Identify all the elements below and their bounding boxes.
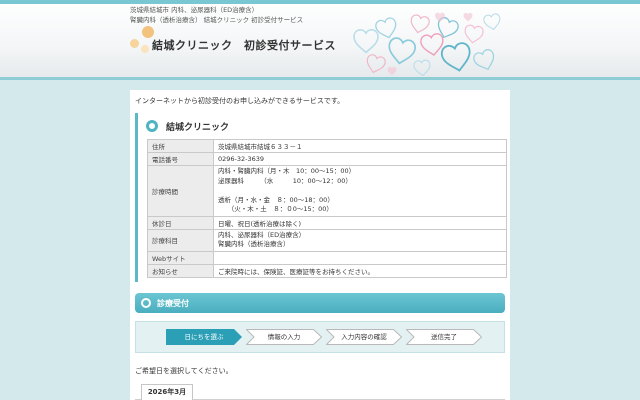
row-label-website: Webサイト xyxy=(147,250,214,265)
progress-steps: 日にちを選ぶ 情報の入力 入力内容の確認 送信完了 xyxy=(166,329,496,345)
table-row: 住所 茨城県結城市結城６３３－１ xyxy=(147,139,507,153)
header-meta-line2: 腎臓内科（透析治療含） 結城クリニック 初診受付サービス xyxy=(130,16,304,24)
table-row: 診療科目 内科、泌尿器科（ED治療含） 腎臓内科（透析治療含） xyxy=(147,228,507,252)
row-value-phone: 0296-32-3639 xyxy=(213,152,507,166)
row-label-closed: 休診日 xyxy=(147,215,214,230)
step-complete: 送信完了 xyxy=(406,329,482,345)
clinic-heading: 結城クリニック xyxy=(146,118,229,134)
row-value-website[interactable] xyxy=(213,250,507,265)
row-label-departments: 診療科目 xyxy=(147,228,214,252)
site-title[interactable]: 結城クリニック 初診受付サービス xyxy=(152,37,336,53)
hearts-decoration-icon xyxy=(353,12,502,77)
row-value-departments: 内科、泌尿器科（ED治療含） 腎臓内科（透析治療含） xyxy=(213,228,507,252)
reception-title: 診療受付 xyxy=(157,298,189,308)
row-value-hours: 内科・腎臓内科（月・木 10：00～15：00） 泌尿器科 （水 10：00～1… xyxy=(213,165,507,217)
step-confirm: 入力内容の確認 xyxy=(326,329,402,345)
header-meta: 茨城県結城市 内科、泌尿器科（ED治療含） 腎臓内科（透析治療含） 結城クリニッ… xyxy=(130,5,303,25)
row-label-phone: 電話番号 xyxy=(147,152,214,166)
table-row: お知らせ ご来院時には、保険証、医療証等をお持ちください。 xyxy=(147,263,507,278)
step-enter-info: 情報の入力 xyxy=(246,329,322,345)
header-top-strip xyxy=(0,0,640,4)
table-row: 診療時間 内科・腎臓内科（月・木 10：00～15：00） 泌尿器科 （水 10… xyxy=(147,165,507,217)
table-row: Webサイト xyxy=(147,250,507,265)
table-row: 休診日 日曜、祝日(透析治療は除く) xyxy=(147,215,507,230)
row-value-address: 茨城県結城市結城６３３－１ xyxy=(213,139,507,153)
main-content: インターネットから初診受付のお申し込みができるサービスです。 結城クリニック 住… xyxy=(130,90,510,400)
row-value-notice: ご来院時には、保険証、医療証等をお持ちください。 xyxy=(213,263,507,278)
clinic-name: 結城クリニック xyxy=(166,122,230,133)
header-meta-line1: 茨城県結城市 内科、泌尿器科（ED治療含） xyxy=(130,6,259,14)
row-label-address: 住所 xyxy=(147,139,214,153)
calendar-tabs: 2026年3月 xyxy=(135,383,505,400)
site-header: 茨城県結城市 内科、泌尿器科（ED治療含） 腎臓内科（透析治療含） 結城クリニッ… xyxy=(0,0,640,80)
row-label-hours: 診療時間 xyxy=(147,165,214,217)
clinic-info-table: 住所 茨城県結城市結城６３３－１ 電話番号 0296-32-3639 診療時間 … xyxy=(147,139,507,278)
ring-bullet-icon xyxy=(141,298,151,308)
calendar-month-tab[interactable]: 2026年3月 xyxy=(141,384,193,400)
row-label-notice: お知らせ xyxy=(147,263,214,278)
table-row: 電話番号 0296-32-3639 xyxy=(147,152,507,166)
reception-section-bar: 診療受付 xyxy=(135,293,505,313)
clinic-info-section: 結城クリニック 住所 茨城県結城市結城６３３－１ 電話番号 0296-32-36… xyxy=(135,113,507,282)
step-select-date: 日にちを選ぶ xyxy=(166,329,242,345)
intro-text: インターネットから初診受付のお申し込みができるサービスです。 xyxy=(135,97,345,105)
select-date-prompt: ご希望日を選択してください。 xyxy=(135,367,233,375)
row-value-closed: 日曜、祝日(透析治療は除く) xyxy=(213,215,507,230)
step-label: 入力内容の確認 xyxy=(341,333,387,341)
step-label: 日にちを選ぶ xyxy=(184,333,224,341)
progress-steps-panel: 日にちを選ぶ 情報の入力 入力内容の確認 送信完了 xyxy=(135,321,505,353)
step-label: 情報の入力 xyxy=(267,333,301,341)
ring-bullet-icon xyxy=(146,120,158,132)
step-label: 送信完了 xyxy=(431,333,457,341)
